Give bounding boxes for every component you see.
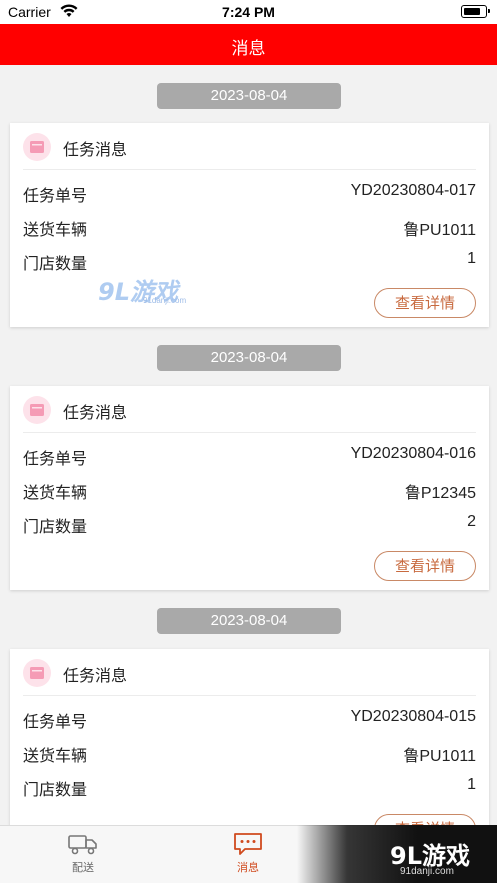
row-value: 1 (467, 250, 476, 267)
vehicle-row: 送货车辆 鲁PU1011 (23, 740, 476, 766)
message-icon (23, 133, 51, 161)
row-label: 门店数量 (23, 254, 88, 273)
task-number-row: 任务单号 YD20230804-015 (23, 706, 476, 732)
row-value: 鲁PU1011 (403, 222, 476, 239)
message-icon (23, 659, 51, 687)
store-count-row: 门店数量 2 (23, 511, 476, 537)
date-separator: 2023-08-04 (157, 83, 341, 109)
watermark-site: 91danji.com (143, 296, 187, 305)
row-value: 鲁P12345 (404, 485, 476, 502)
watermark-site: 91danji.com (400, 866, 454, 877)
message-icon (23, 396, 51, 424)
tab-label: 配送 (72, 861, 94, 874)
message-card: 任务消息 任务单号 YD20230804-017 送货车辆 鲁PU1011 门店… (10, 123, 489, 327)
row-label: 任务单号 (23, 449, 88, 468)
date-separator: 2023-08-04 (157, 608, 341, 634)
row-value: YD20230804-017 (350, 182, 476, 199)
tab-messages[interactable]: 消息 (203, 826, 293, 883)
message-list[interactable]: 2023-08-04 任务消息 任务单号 YD20230804-017 送货车辆… (0, 65, 497, 825)
card-title: 任务消息 (63, 403, 128, 422)
row-value: 2 (467, 513, 476, 530)
row-value: YD20230804-015 (350, 708, 476, 725)
row-label: 门店数量 (23, 517, 88, 536)
view-details-button[interactable]: 查看详情 (374, 551, 476, 581)
card-header: 任务消息 (10, 649, 489, 695)
card-header: 任务消息 (10, 123, 489, 169)
row-label: 送货车辆 (23, 220, 88, 239)
status-bar: Carrier 7:24 PM (0, 0, 497, 24)
date-separator: 2023-08-04 (157, 345, 341, 371)
divider (23, 169, 476, 170)
row-label: 送货车辆 (23, 483, 88, 502)
card-header: 任务消息 (10, 386, 489, 432)
chat-bubble-icon (234, 833, 262, 855)
card-title: 任务消息 (63, 666, 128, 685)
store-count-row: 门店数量 1 (23, 774, 476, 800)
card-title: 任务消息 (63, 140, 128, 159)
row-label: 任务单号 (23, 186, 88, 205)
battery-icon (461, 5, 490, 18)
view-details-button[interactable]: 查看详情 (374, 814, 476, 825)
vehicle-row: 送货车辆 鲁P12345 (23, 477, 476, 503)
task-number-row: 任务单号 YD20230804-016 (23, 443, 476, 469)
message-card: 任务消息 任务单号 YD20230804-016 送货车辆 鲁P12345 门店… (10, 386, 489, 590)
divider (23, 695, 476, 696)
divider (23, 432, 476, 433)
tab-label: 消息 (237, 861, 259, 874)
tab-delivery[interactable]: 配送 (38, 826, 128, 883)
page-title: 消息 (231, 39, 266, 59)
message-card: 任务消息 任务单号 YD20230804-015 送货车辆 鲁PU1011 门店… (10, 649, 489, 825)
row-value: YD20230804-016 (350, 445, 476, 462)
row-value: 鲁PU1011 (403, 748, 476, 765)
truck-icon (68, 835, 97, 855)
clock: 7:24 PM (222, 4, 275, 20)
store-count-row: 门店数量 1 (23, 248, 476, 274)
row-label: 送货车辆 (23, 746, 88, 765)
vehicle-row: 送货车辆 鲁PU1011 (23, 214, 476, 240)
view-details-button[interactable]: 查看详情 (374, 288, 476, 318)
row-value: 1 (467, 776, 476, 793)
task-number-row: 任务单号 YD20230804-017 (23, 180, 476, 206)
nav-bar: 消息 (0, 24, 497, 65)
row-label: 门店数量 (23, 780, 88, 799)
row-label: 任务单号 (23, 712, 88, 731)
